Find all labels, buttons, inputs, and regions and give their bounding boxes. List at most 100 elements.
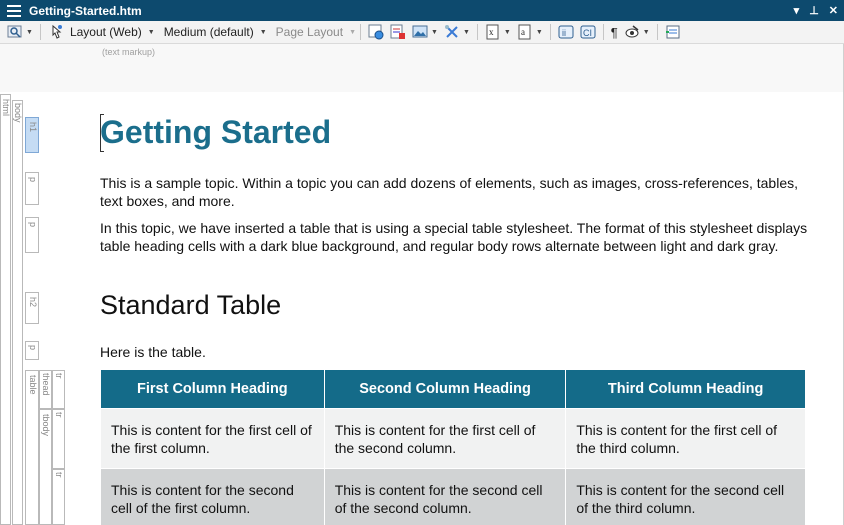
section-heading[interactable]: Standard Table xyxy=(100,290,281,321)
struct-label: p xyxy=(28,345,38,351)
table-cell[interactable]: This is content for the first cell of th… xyxy=(565,408,806,469)
window-title: Getting-Started.htm xyxy=(29,3,142,18)
table-header-cell[interactable]: First Column Heading xyxy=(100,369,325,409)
insert-toc-button[interactable] xyxy=(662,23,684,42)
select-tool-button[interactable] xyxy=(45,23,67,42)
struct-bar-tr[interactable]: tr xyxy=(52,409,65,469)
zoom-button[interactable]: ▼ xyxy=(4,23,36,42)
window-titlebar: Getting-Started.htm ▾ ⊥ ✕ xyxy=(0,0,844,21)
tags-icon: ii xyxy=(558,24,574,40)
svg-text:ii: ii xyxy=(562,28,566,38)
editor-toolbar: ▼ Layout (Web) ▼ Medium (default) ▼ Page… xyxy=(0,21,844,44)
track-changes-icon xyxy=(390,24,406,40)
structure-bars: html body h1 p p h2 p table thead tbody … xyxy=(0,92,91,525)
struct-bar-p[interactable]: p xyxy=(25,217,39,253)
toolbar-separator xyxy=(39,24,41,40)
view-options-button[interactable]: ▼ xyxy=(621,23,653,42)
show-tags-button[interactable]: ii xyxy=(555,23,577,42)
table-row: This is content for the first cell of th… xyxy=(100,408,806,469)
toolbar-separator xyxy=(476,24,478,40)
struct-bar-html[interactable]: html xyxy=(0,94,11,525)
table-header-cell[interactable]: Third Column Heading xyxy=(565,369,806,409)
struct-label: thead xyxy=(41,373,51,396)
table-header-cell[interactable]: Second Column Heading xyxy=(323,369,567,409)
table-head: First Column Heading Second Column Headi… xyxy=(100,369,806,409)
struct-bar-p[interactable]: p xyxy=(25,341,39,360)
table-cell[interactable]: This is content for the second cell of t… xyxy=(100,468,325,525)
intro-paragraph[interactable]: This is a sample topic. Within a topic y… xyxy=(100,174,810,210)
toolbar-separator xyxy=(656,24,658,40)
table-description-paragraph[interactable]: In this topic, we have inserted a table … xyxy=(100,219,810,255)
svg-text:CI: CI xyxy=(583,28,592,38)
table-cell[interactable]: This is content for the second cell of t… xyxy=(323,468,567,525)
window-menu-dropdown-icon[interactable]: ▾ xyxy=(794,4,800,17)
struct-bar-thead[interactable]: thead xyxy=(39,370,52,409)
struct-label: h1 xyxy=(28,122,38,133)
chevron-down-icon[interactable]: ▼ xyxy=(504,29,511,36)
struct-bar-tr[interactable]: tr xyxy=(52,469,65,525)
track-changes-button[interactable] xyxy=(387,23,409,42)
table-cell[interactable]: This is content for the first cell of th… xyxy=(100,408,325,469)
struct-label: html xyxy=(1,99,11,117)
chevron-down-icon[interactable]: ▼ xyxy=(260,29,267,36)
insert-image-button[interactable]: ▼ xyxy=(409,23,441,42)
struct-bar-tbody[interactable]: tbody xyxy=(39,409,52,525)
conditions-icon: CI xyxy=(580,24,596,40)
svg-text:a: a xyxy=(521,27,525,37)
struct-label: tr xyxy=(54,412,64,418)
editor-content[interactable]: Getting Started This is a sample topic. … xyxy=(91,92,843,525)
preview-button[interactable] xyxy=(365,23,387,42)
struct-label: p xyxy=(28,222,38,228)
struct-label: tr xyxy=(54,472,64,478)
struct-bar-tr[interactable]: tr xyxy=(52,370,65,409)
table-cell[interactable]: This is content for the second cell of t… xyxy=(565,468,806,525)
insert-link-button[interactable]: ▼ xyxy=(441,23,473,42)
snippet-icon: x xyxy=(485,24,501,40)
image-icon xyxy=(412,24,428,40)
struct-bar-h1[interactable]: h1 xyxy=(25,117,39,153)
table-intro-paragraph[interactable]: Here is the table. xyxy=(100,343,810,361)
struct-bar-table[interactable]: table xyxy=(25,370,39,525)
chevron-down-icon[interactable]: ▼ xyxy=(536,29,543,36)
toc-icon xyxy=(665,24,681,40)
table-header-row: First Column Heading Second Column Headi… xyxy=(100,369,806,409)
chevron-down-icon[interactable]: ▼ xyxy=(463,29,470,36)
medium-dropdown[interactable]: Medium (default) xyxy=(161,25,257,39)
hamburger-menu-icon[interactable] xyxy=(3,4,25,17)
chevron-down-icon[interactable]: ▼ xyxy=(148,29,155,36)
show-conditions-button[interactable]: CI xyxy=(577,23,599,42)
pilcrow-icon: ¶ xyxy=(610,24,618,40)
table-row: This is content for the second cell of t… xyxy=(100,468,806,525)
link-icon xyxy=(444,24,460,40)
page-layout-dropdown[interactable]: Page Layout xyxy=(273,25,346,39)
pin-icon[interactable]: ⊥ xyxy=(809,4,819,17)
close-icon[interactable]: ✕ xyxy=(829,4,838,17)
text-markup-hint: (text markup) xyxy=(102,47,156,57)
chevron-down-icon[interactable]: ▼ xyxy=(26,29,33,36)
table-cell[interactable]: This is content for the first cell of th… xyxy=(323,408,567,469)
window-controls: ▾ ⊥ ✕ xyxy=(794,0,838,21)
preview-globe-icon xyxy=(368,24,384,40)
struct-label: p xyxy=(28,177,38,183)
struct-bar-body[interactable]: body xyxy=(12,100,23,525)
svg-text:x: x xyxy=(489,27,494,37)
chevron-down-icon[interactable]: ▼ xyxy=(643,29,650,36)
pointer-hand-icon xyxy=(48,24,64,40)
standard-table[interactable]: First Column Heading Second Column Headi… xyxy=(100,369,806,525)
toolbar-separator xyxy=(549,24,551,40)
struct-label: tbody xyxy=(41,414,51,437)
topic-heading[interactable]: Getting Started xyxy=(100,114,331,151)
text-markup-bar: (text markup) xyxy=(0,44,844,92)
show-markers-button[interactable]: ¶ xyxy=(608,23,621,42)
chevron-down-icon[interactable]: ▼ xyxy=(349,29,356,36)
eye-icon xyxy=(624,24,640,40)
layout-dropdown[interactable]: Layout (Web) xyxy=(67,25,145,39)
insert-snippet-button[interactable]: x ▼ xyxy=(482,23,514,42)
chevron-down-icon[interactable]: ▼ xyxy=(431,29,438,36)
struct-label: body xyxy=(13,103,23,123)
struct-bar-h2[interactable]: h2 xyxy=(25,292,39,324)
struct-bar-p[interactable]: p xyxy=(25,172,39,205)
insert-variable-button[interactable]: a ▼ xyxy=(514,23,546,42)
struct-label: table xyxy=(28,375,38,395)
toolbar-separator xyxy=(360,24,361,40)
